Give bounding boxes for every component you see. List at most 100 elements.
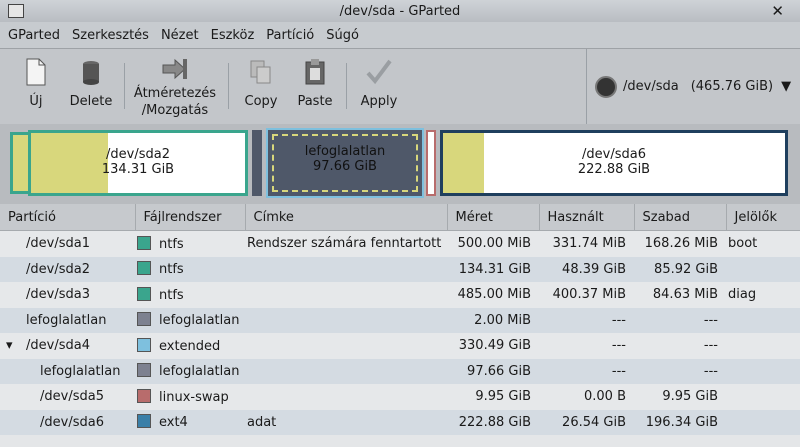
partition-size: 9.95 GiB	[447, 384, 539, 410]
menu-szerkesztes[interactable]: Szerkesztés	[72, 28, 149, 43]
partition-flags	[726, 333, 800, 359]
device-selector[interactable]: /dev/sda (465.76 GiB) ▼	[586, 49, 800, 124]
partition-flags: boot	[726, 230, 800, 257]
partition-name: lefoglalatlan	[40, 363, 121, 379]
resize-move-button[interactable]: Átméretezés/Mozgatás	[130, 55, 220, 119]
disk-map: /dev/sda2 134.31 GiB lefoglalatlan 97.66 G…	[0, 124, 800, 204]
column-header-free[interactable]: Szabad	[634, 204, 727, 231]
copy-button[interactable]: Copy	[238, 55, 284, 110]
new-label: Új	[29, 94, 43, 109]
table-header-row: Partíció Fájlrendszer Címke Méret Haszná…	[0, 204, 800, 231]
column-header-filesystem[interactable]: Fájlrendszer	[135, 204, 246, 231]
partition-used: 331.74 MiB	[539, 230, 634, 257]
toolbar-separator	[228, 63, 229, 109]
apply-button[interactable]: Apply	[354, 55, 404, 110]
partition-size: 330.49 GiB	[447, 333, 539, 359]
partition-block-sda2[interactable]: /dev/sda2 134.31 GiB	[28, 130, 248, 196]
filesystem-name: lefoglalatlan	[159, 313, 240, 329]
menu-nezet[interactable]: Nézet	[161, 28, 199, 43]
partition-flags	[726, 384, 800, 410]
partition-table: Partíció Fájlrendszer Címke Méret Haszná…	[0, 204, 800, 447]
filesystem-name: ntfs	[159, 287, 184, 303]
table-row[interactable]: /dev/sda3 ntfs 485.00 MiB 400.37 MiB 84.63 M…	[0, 282, 800, 308]
paste-icon	[305, 59, 325, 85]
column-header-used[interactable]: Használt	[539, 204, 635, 231]
partition-flags	[726, 307, 800, 333]
partition-block-sda3[interactable]	[252, 130, 262, 196]
table-row[interactable]: ▾/dev/sda4 extended 330.49 GiB --- ---	[0, 333, 800, 359]
partition-label	[245, 256, 447, 282]
partition-used: 48.39 GiB	[539, 256, 634, 282]
partition-free: ---	[634, 307, 726, 333]
table-row[interactable]: /dev/sda6 ext4 adat 222.88 GiB 26.54 GiB 196.…	[0, 409, 800, 435]
partition-size: 500.00 MiB	[447, 230, 539, 257]
partition-free: ---	[634, 358, 726, 384]
toolbar: Új Delete Átméretezés/Mozgatás Copy Past…	[0, 48, 800, 125]
table-row[interactable]: /dev/sda5 linux-swap 9.95 GiB 0.00 B 9.95 Gi…	[0, 384, 800, 410]
partition-name: /dev/sda4	[26, 338, 90, 354]
partition-used: ---	[539, 358, 634, 384]
resize-move-icon	[162, 58, 187, 80]
partition-label	[245, 282, 447, 308]
delete-button[interactable]: Delete	[64, 55, 118, 110]
paste-button[interactable]: Paste	[292, 55, 338, 110]
partition-free: 85.92 GiB	[634, 256, 726, 282]
partition-size: 485.00 MiB	[447, 282, 539, 308]
filesystem-color-swatch	[137, 414, 151, 429]
new-button[interactable]: Új	[14, 55, 58, 110]
partition-label	[245, 333, 447, 359]
menu-gparted[interactable]: GParted	[8, 28, 60, 43]
partition-block-sda5[interactable]	[426, 130, 436, 196]
window-menu-icon[interactable]	[8, 4, 24, 18]
table-row[interactable]: lefoglalatlan lefoglalatlan 97.66 GiB --- --…	[0, 358, 800, 384]
partition-label	[245, 307, 447, 333]
resize-label-2: /Mozgatás	[141, 103, 209, 118]
filesystem-name: ext4	[159, 415, 188, 431]
resize-label-1: Átméretezés	[133, 86, 217, 101]
partition-size: 134.31 GiB	[447, 256, 539, 282]
filesystem-color-swatch	[137, 388, 151, 403]
close-icon[interactable]: ✕	[771, 2, 784, 20]
partition-label: Rendszer számára fenntartott	[245, 230, 447, 257]
partition-size: 222.88 GiB	[447, 409, 539, 435]
menu-sugo[interactable]: Súgó	[326, 28, 359, 43]
partition-name: /dev/sda2	[26, 261, 90, 277]
partition-label: adat	[245, 409, 447, 435]
device-size: (465.76 GiB)	[690, 79, 774, 94]
table-row[interactable]: /dev/sda1 ntfs Rendszer számára fenntartot…	[0, 230, 800, 257]
partition-flags	[726, 256, 800, 282]
partition-free: 84.63 MiB	[634, 282, 726, 308]
column-header-label[interactable]: Címke	[245, 204, 448, 231]
toolbar-separator	[346, 63, 347, 109]
device-name: /dev/sda	[623, 79, 679, 94]
partition-size: 97.66 GiB	[447, 358, 539, 384]
partition-flags	[726, 358, 800, 384]
apply-label: Apply	[360, 94, 398, 109]
filesystem-name: ntfs	[159, 262, 184, 278]
partition-flags	[726, 409, 800, 435]
filesystem-name: extended	[159, 338, 221, 354]
column-header-flags[interactable]: Jelölők	[726, 204, 800, 231]
menu-eszkoz[interactable]: Eszköz	[211, 28, 255, 43]
column-header-size[interactable]: Méret	[447, 204, 540, 231]
table-row[interactable]: lefoglalatlan lefoglalatlan 2.00 MiB --- ---	[0, 307, 800, 333]
partition-name: /dev/sda6	[40, 414, 104, 430]
partition-block-sda6[interactable]: /dev/sda6 222.88 GiB	[440, 130, 788, 196]
title-bar: /dev/sda - GParted ✕	[0, 0, 800, 22]
column-header-partition[interactable]: Partíció	[0, 204, 136, 231]
menu-bar: GParted Szerkesztés Nézet Eszköz Partíci…	[0, 22, 800, 48]
table-row[interactable]: /dev/sda2 ntfs 134.31 GiB 48.39 GiB 85.92 Gi…	[0, 256, 800, 282]
partition-free: 196.34 GiB	[634, 409, 726, 435]
partition-size-sda2: 134.31 GiB	[101, 162, 175, 177]
expander-arrow-icon[interactable]: ▾	[6, 338, 13, 353]
filesystem-color-swatch	[137, 235, 151, 250]
partition-block-unallocated[interactable]: lefoglalatlan 97.66 GiB	[266, 128, 424, 198]
partition-free: 9.95 GiB	[634, 384, 726, 410]
partition-label	[245, 358, 447, 384]
filesystem-name: ntfs	[159, 236, 184, 252]
menu-particio[interactable]: Partíció	[266, 28, 314, 43]
delete-label: Delete	[69, 94, 113, 109]
partition-used: ---	[539, 333, 634, 359]
unallocated-size: 97.66 GiB	[313, 159, 377, 174]
filesystem-color-swatch	[137, 363, 151, 378]
